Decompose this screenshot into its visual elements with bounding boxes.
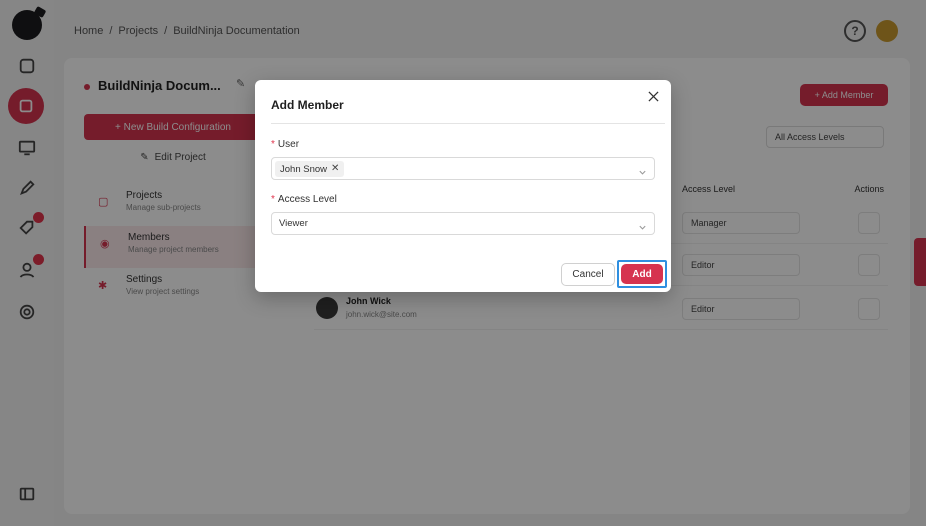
required-marker: * bbox=[271, 139, 275, 150]
close-icon[interactable] bbox=[645, 88, 661, 104]
add-button-focus-ring: Add bbox=[617, 260, 667, 288]
cancel-button[interactable]: Cancel bbox=[561, 263, 615, 286]
chevron-down-icon bbox=[638, 219, 648, 230]
user-select[interactable]: John Snow ✕ bbox=[271, 157, 655, 180]
dialog-title: Add Member bbox=[271, 98, 344, 112]
add-member-dialog: Add Member * User John Snow ✕ * Access Lev… bbox=[255, 80, 671, 292]
dialog-divider bbox=[271, 123, 665, 124]
access-level-label-text: Access Level bbox=[277, 194, 337, 205]
remove-tag-icon[interactable]: ✕ bbox=[331, 164, 339, 174]
access-level-value: Viewer bbox=[279, 218, 308, 229]
access-level-field-label: * Access Level bbox=[271, 194, 337, 205]
user-field-label: * User bbox=[271, 139, 299, 150]
add-button[interactable]: Add bbox=[621, 264, 663, 284]
selected-user-name: John Snow bbox=[280, 163, 328, 175]
chevron-down-icon bbox=[638, 164, 648, 175]
access-level-select[interactable]: Viewer bbox=[271, 212, 655, 235]
required-marker: * bbox=[271, 194, 275, 205]
selected-user-tag: John Snow ✕ bbox=[275, 161, 345, 177]
user-label-text: User bbox=[277, 139, 300, 150]
